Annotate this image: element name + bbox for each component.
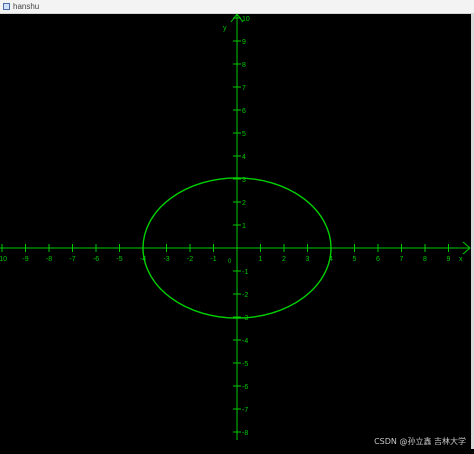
y-tick-label: 5 bbox=[242, 131, 246, 138]
y-tick-label: 9 bbox=[242, 39, 246, 46]
x-tick-label: -7 bbox=[69, 256, 75, 263]
y-tick-label: 2 bbox=[242, 200, 246, 207]
y-tick-label: -4 bbox=[242, 338, 248, 345]
x-tick-label: 8 bbox=[423, 256, 427, 263]
x-tick-label: 5 bbox=[353, 256, 357, 263]
title-bar: hanshu bbox=[0, 0, 474, 14]
x-tick-label: 2 bbox=[282, 256, 286, 263]
x-tick-label: -2 bbox=[187, 256, 193, 263]
x-tick-label: -6 bbox=[93, 256, 99, 263]
y-tick-label: 1 bbox=[242, 223, 246, 230]
x-tick-label: 3 bbox=[306, 256, 310, 263]
x-tick-label: 7 bbox=[400, 256, 404, 263]
origin-label: 0 bbox=[228, 259, 232, 265]
y-tick-label: -5 bbox=[242, 361, 248, 368]
y-tick-label: -1 bbox=[242, 269, 248, 276]
app-window-icon bbox=[3, 3, 10, 10]
x-tick-label: -8 bbox=[46, 256, 52, 263]
y-tick-label: 8 bbox=[242, 62, 246, 69]
x-tick-label: 6 bbox=[376, 256, 380, 263]
x-tick-label: -1 bbox=[210, 256, 216, 263]
y-tick-label: 6 bbox=[242, 108, 246, 115]
x-tick-label: -9 bbox=[22, 256, 28, 263]
y-tick-label: -7 bbox=[242, 407, 248, 414]
x-tick-label: 9 bbox=[447, 256, 451, 263]
x-tick-label: -10 bbox=[0, 256, 7, 263]
plot-canvas: x y 0 -10 -9 -8 -7 -6 -5 -4 -3 -2 -1 1 2 3 4 5 6 7 8 9 10 9 8 7 6 5… bbox=[0, 13, 474, 449]
y-tick-label: 7 bbox=[242, 85, 246, 92]
window-title: hanshu bbox=[13, 2, 40, 11]
y-tick-label: -8 bbox=[242, 430, 248, 437]
plot-svg: x y 0 -10 -9 -8 -7 -6 -5 -4 -3 -2 -1 1 2 3 4 5 6 7 8 9 10 9 8 7 6 5… bbox=[0, 13, 471, 440]
x-tick-label: -3 bbox=[163, 256, 169, 263]
y-tick-label: 10 bbox=[242, 16, 250, 23]
watermark: CSDN @孙立鑫 吉林大学 bbox=[374, 437, 466, 446]
x-tick-label: -5 bbox=[116, 256, 122, 263]
x-axis-label: x bbox=[459, 256, 463, 263]
y-tick-label: -6 bbox=[242, 384, 248, 391]
y-axis-label: y bbox=[223, 25, 227, 32]
x-tick-label: 1 bbox=[259, 256, 263, 263]
y-tick-label: 4 bbox=[242, 154, 246, 161]
y-tick-label: -2 bbox=[242, 292, 248, 299]
